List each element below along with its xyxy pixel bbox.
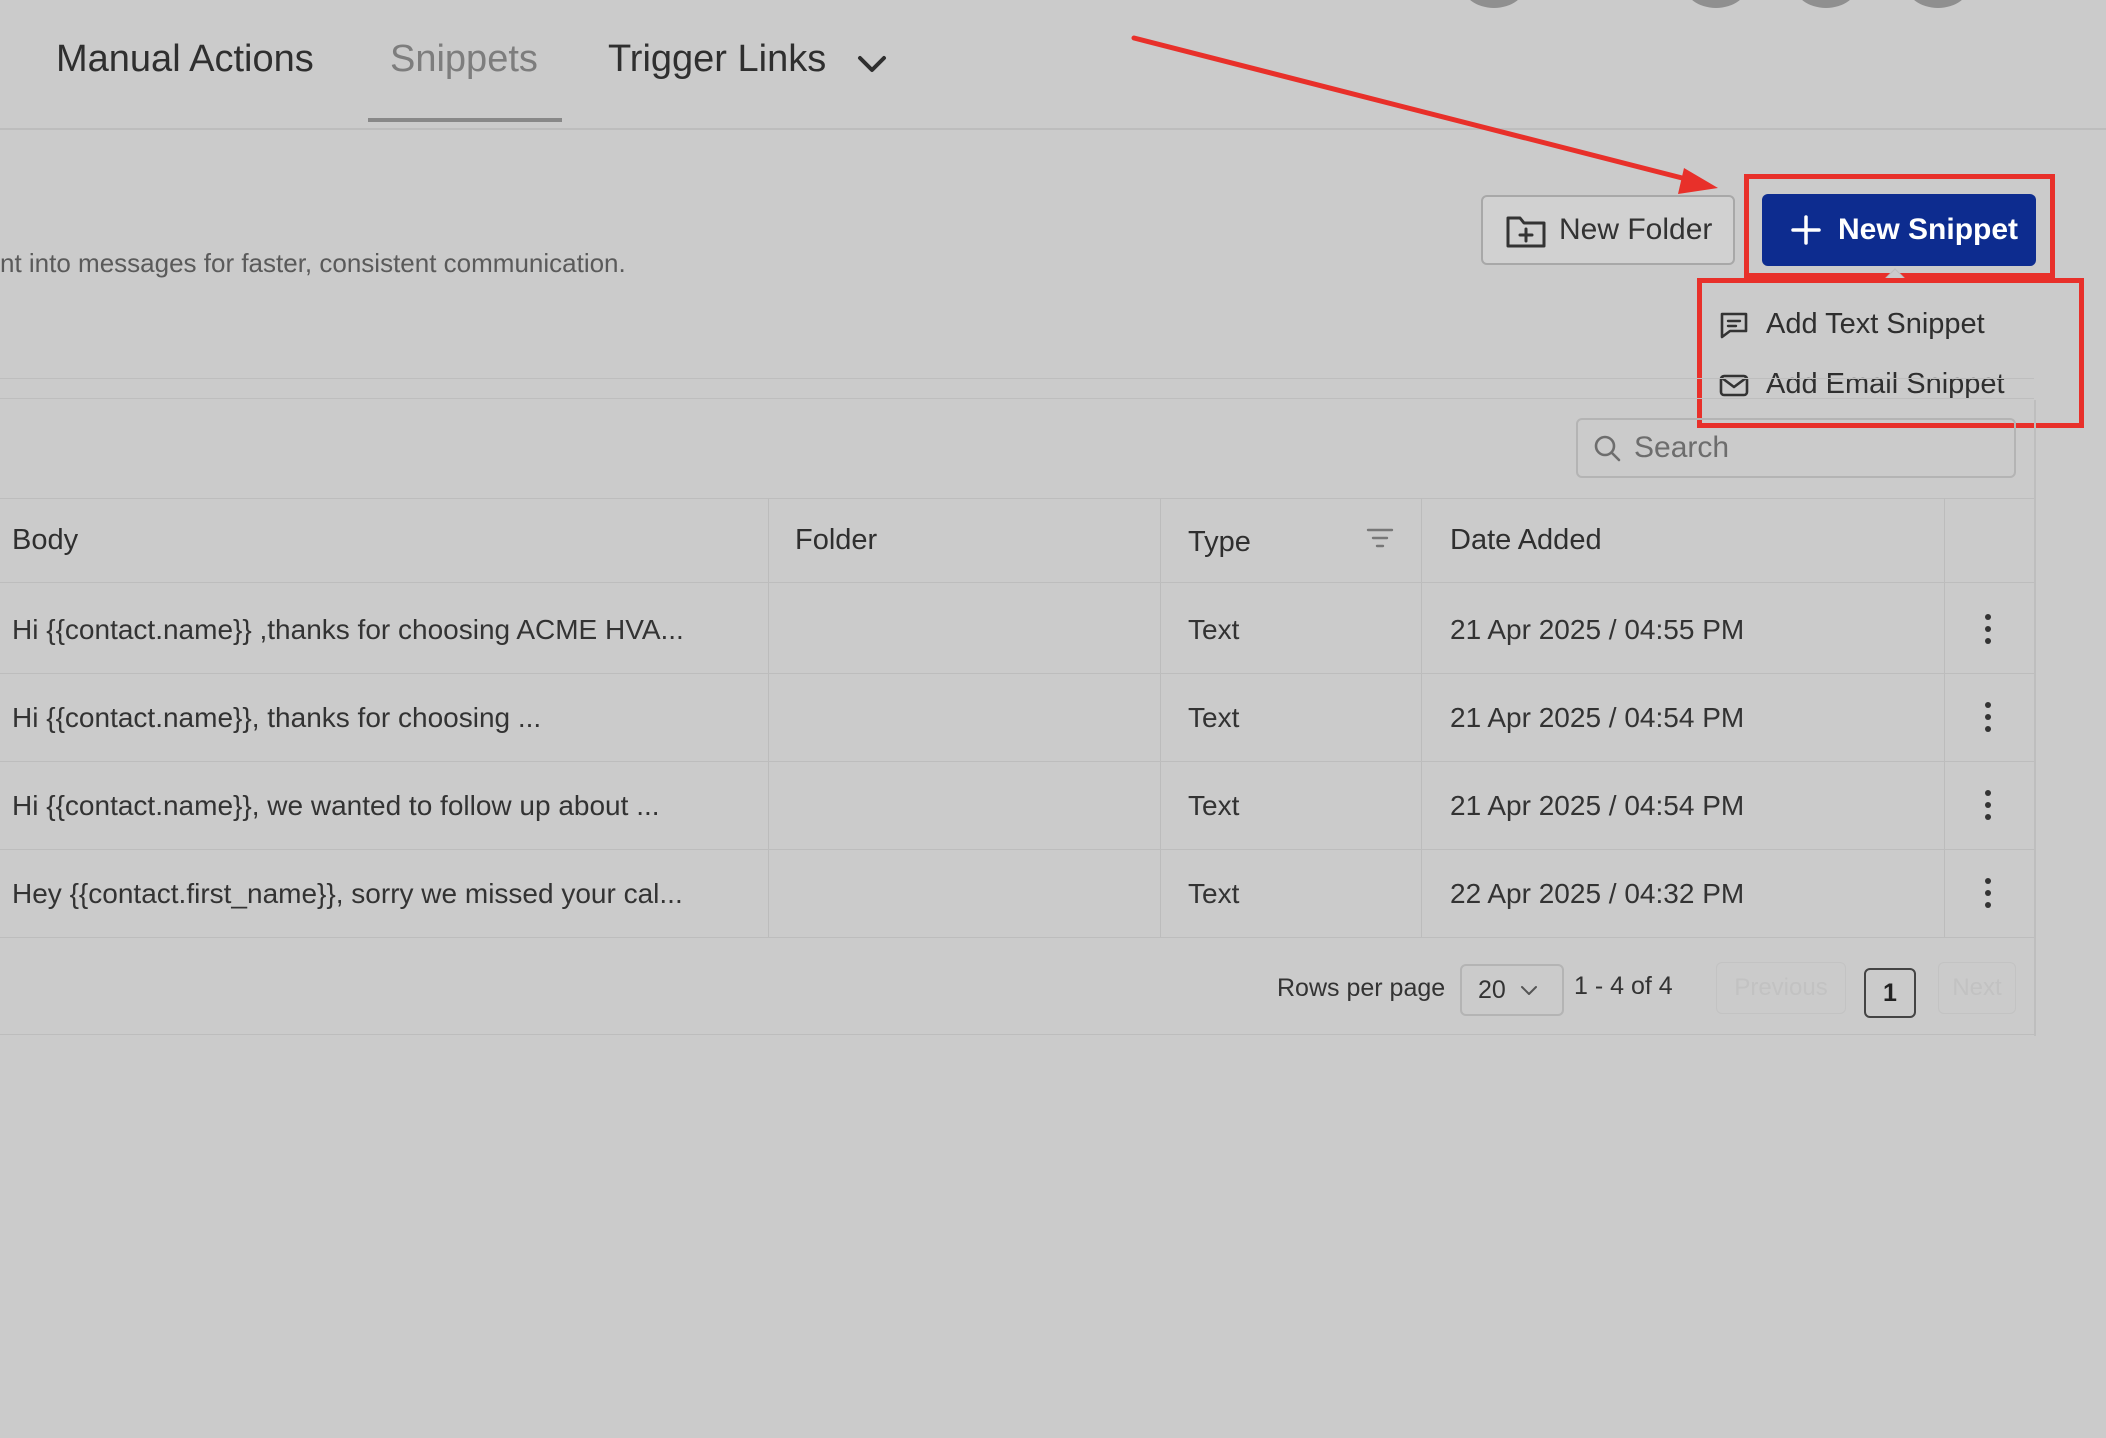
add-email-snippet-item[interactable]: Add Email Snippet — [1718, 368, 2005, 401]
cell-type: Text — [1188, 878, 1240, 909]
divider — [0, 398, 2034, 399]
column-header-body[interactable]: Body — [12, 524, 78, 557]
rows-per-page-select[interactable]: 20 — [1460, 964, 1564, 1016]
cell-body: Hi {{contact.name}}, we wanted to follow… — [12, 790, 660, 821]
cell-date-added: 21 Apr 2025 / 04:55 PM — [1450, 614, 1745, 645]
message-square-icon — [1720, 312, 1748, 338]
row-divider — [0, 849, 2034, 850]
cell-date-added: 21 Apr 2025 / 04:54 PM — [1450, 790, 1745, 821]
plus-icon — [1791, 215, 1821, 245]
rows-per-page-value: 20 — [1478, 975, 1506, 1004]
avatar[interactable] — [1906, 0, 1970, 8]
card-edge — [2034, 400, 2036, 1036]
rows-per-page-label: Rows per page — [1277, 974, 1446, 1002]
more-vertical-icon[interactable] — [1980, 700, 1996, 734]
filter-icon[interactable] — [1366, 526, 1394, 550]
column-divider — [768, 498, 769, 938]
search-input[interactable] — [1634, 431, 1994, 465]
column-header-date-added[interactable]: Date Added — [1450, 524, 1602, 557]
page-description: nt into messages for faster, consistent … — [0, 248, 626, 278]
avatar[interactable] — [1684, 0, 1748, 8]
cell-body: Hi {{contact.name}} ,thanks for choosing… — [12, 614, 684, 645]
previous-button[interactable]: Previous — [1716, 962, 1846, 1014]
new-snippet-button[interactable]: New Snippet — [1762, 194, 2036, 266]
active-tab-indicator — [368, 118, 562, 122]
top-nav: Manual Actions Snippets Trigger Links — [0, 0, 2106, 130]
avatar[interactable] — [1462, 0, 1526, 8]
table-header-top-border — [0, 498, 2034, 499]
column-divider — [1421, 498, 1422, 938]
row-divider — [0, 761, 2034, 762]
next-button[interactable]: Next — [1938, 962, 2016, 1014]
add-text-snippet-item[interactable]: Add Text Snippet — [1718, 308, 1985, 341]
pagination-range: 1 - 4 of 4 — [1574, 972, 1673, 1000]
tab-trigger-links[interactable]: Trigger Links — [608, 38, 826, 81]
folder-plus-icon — [1506, 216, 1546, 248]
table-bottom-border — [0, 1034, 2034, 1035]
row-divider — [0, 673, 2034, 674]
add-email-snippet-label: Add Email Snippet — [1766, 368, 2005, 400]
chevron-down-icon — [1520, 986, 1537, 995]
more-vertical-icon[interactable] — [1980, 788, 1996, 822]
cell-type: Text — [1188, 702, 1240, 733]
divider — [0, 378, 2034, 379]
column-divider — [1160, 498, 1161, 938]
new-snippet-label: New Snippet — [1838, 213, 2019, 246]
column-header-folder[interactable]: Folder — [795, 524, 877, 557]
more-vertical-icon[interactable] — [1980, 876, 1996, 910]
more-vertical-icon[interactable] — [1980, 612, 1996, 646]
chevron-down-icon[interactable] — [856, 50, 888, 78]
row-divider — [0, 937, 2034, 938]
cell-type: Text — [1188, 790, 1240, 821]
add-text-snippet-label: Add Text Snippet — [1766, 308, 1985, 340]
column-header-type[interactable]: Type — [1188, 526, 1251, 559]
cell-type: Text — [1188, 614, 1240, 645]
cell-date-added: 21 Apr 2025 / 04:54 PM — [1450, 702, 1745, 733]
page-button-current[interactable]: 1 — [1864, 968, 1916, 1018]
new-folder-button[interactable]: New Folder — [1481, 195, 1735, 265]
row-divider — [0, 582, 2034, 583]
new-snippet-dropdown — [1703, 283, 2078, 423]
tab-manual-actions[interactable]: Manual Actions — [56, 38, 314, 81]
tab-snippets[interactable]: Snippets — [390, 38, 538, 81]
column-divider — [1944, 498, 1945, 938]
cell-date-added: 22 Apr 2025 / 04:32 PM — [1450, 878, 1745, 909]
mail-icon — [1719, 374, 1749, 396]
search-field[interactable] — [1576, 418, 2016, 478]
cell-body: Hey {{contact.first_name}}, sorry we mis… — [12, 878, 683, 909]
search-icon — [1594, 435, 1621, 462]
cell-body: Hi {{contact.name}}, thanks for choosing… — [12, 702, 542, 733]
new-folder-label: New Folder — [1559, 213, 1713, 246]
avatar[interactable] — [1794, 0, 1858, 8]
